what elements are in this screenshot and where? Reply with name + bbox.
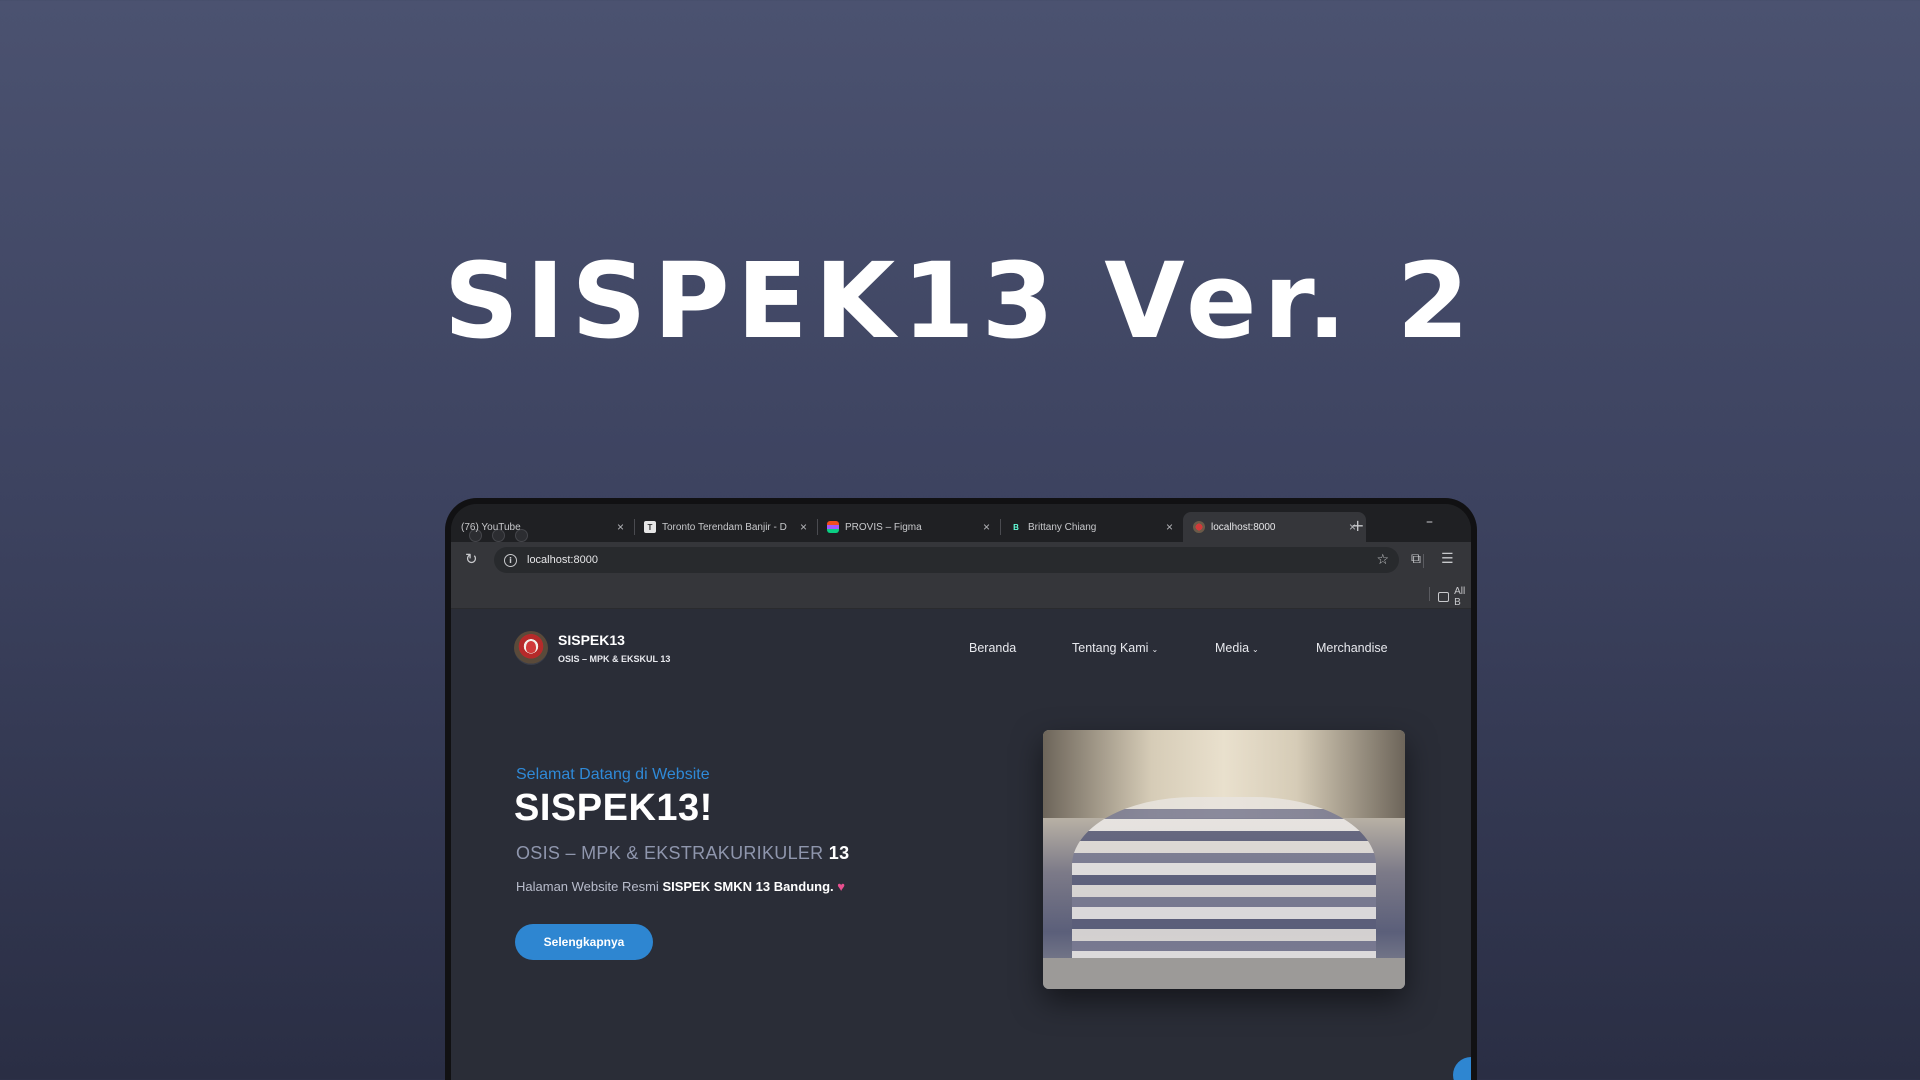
brand-subtitle: OSIS – MPK & EKSKUL 13 [558, 654, 671, 664]
tab-toronto[interactable]: T Toronto Terendam Banjir - D × [634, 512, 817, 542]
tab-figma[interactable]: PROVIS – Figma × [817, 512, 1000, 542]
figma-icon [827, 521, 839, 533]
extensions-icon[interactable]: ⧉ [1411, 551, 1421, 567]
browser-window: (76) YouTube × T Toronto Terendam Banjir… [451, 504, 1471, 1080]
browser-toolbar: ↻ i localhost:8000 ☆ ⧉ ☰ [451, 542, 1471, 578]
address-bar[interactable]: i localhost:8000 ☆ [494, 547, 1399, 573]
hero-title: SISPEK13! [514, 787, 713, 829]
all-bookmarks-label: All B [1454, 586, 1466, 608]
photo-floor [1043, 957, 1405, 989]
tab-brittany[interactable]: B Brittany Chiang × [1000, 512, 1183, 542]
minimize-icon[interactable]: – [1426, 514, 1433, 530]
hero-desc-text: Halaman Website Resmi [516, 879, 659, 894]
nav-label: Media [1215, 641, 1250, 655]
brand-name[interactable]: SISPEK13 [558, 632, 625, 648]
nav-label: Merchandise [1316, 641, 1388, 655]
photo-students [1071, 797, 1377, 969]
hero-subtitle-text: OSIS – MPK & EKSTRAKURIKULER [516, 843, 824, 863]
close-tab-icon[interactable]: × [1166, 520, 1173, 534]
nav-merchandise[interactable]: Merchandise [1316, 641, 1388, 655]
close-tab-icon[interactable]: × [617, 520, 624, 534]
tab-title: localhost:8000 [1211, 521, 1276, 533]
chevron-down-icon: ⌄ [1252, 645, 1259, 654]
reading-list-icon[interactable]: ☰ [1441, 551, 1454, 567]
hero-headline: SISPEK13 Ver. 2 [443, 240, 1477, 362]
reload-icon[interactable]: ↻ [465, 550, 478, 568]
site-info-icon[interactable]: i [504, 553, 517, 567]
address-url[interactable]: localhost:8000 [527, 554, 1366, 566]
website-page: SISPEK13 OSIS – MPK & EKSKUL 13 Beranda … [451, 609, 1471, 1080]
floating-action-button[interactable] [1453, 1057, 1471, 1080]
heart-icon: ♥ [837, 879, 845, 894]
new-tab-icon[interactable]: + [1351, 516, 1364, 535]
nav-media[interactable]: Media ⌄ [1215, 641, 1259, 655]
tab-title: Toronto Terendam Banjir - D [662, 521, 787, 533]
folder-icon [1438, 592, 1450, 602]
close-tab-icon[interactable]: × [800, 520, 807, 534]
nav-label: Beranda [969, 641, 1017, 655]
hero-subtitle-number: 13 [828, 843, 850, 863]
nav-label: Tentang Kami [1072, 641, 1149, 655]
hero-subtitle: OSIS – MPK & EKSTRAKURIKULER 13 [516, 843, 849, 864]
hero-desc-bold: SISPEK SMKN 13 Bandung. [662, 879, 834, 894]
close-tab-icon[interactable]: × [983, 520, 990, 534]
tab-title: Brittany Chiang [1028, 521, 1097, 533]
selengkapnya-button[interactable]: Selengkapnya [515, 924, 653, 960]
tab-title: (76) YouTube [461, 521, 521, 533]
sispek-icon [1193, 521, 1205, 533]
tab-strip: (76) YouTube × T Toronto Terendam Banjir… [451, 504, 1471, 542]
laptop-frame: (76) YouTube × T Toronto Terendam Banjir… [445, 498, 1477, 1080]
hero-description: Halaman Website Resmi SISPEK SMKN 13 Ban… [516, 879, 845, 894]
nav-tentang-kami[interactable]: Tentang Kami ⌄ [1072, 641, 1158, 655]
bookmark-star-icon[interactable]: ☆ [1376, 552, 1389, 568]
tab-title: PROVIS – Figma [845, 521, 922, 533]
group-photo [1043, 730, 1405, 989]
bookmarks-divider [1429, 587, 1430, 601]
b-icon: B [1013, 522, 1019, 532]
tab-localhost[interactable]: localhost:8000 × [1183, 512, 1366, 542]
hero-welcome: Selamat Datang di Website [516, 766, 710, 783]
bookmarks-bar: All B [451, 578, 1471, 609]
page-icon: T [644, 521, 656, 533]
all-bookmarks-button[interactable]: All B [1438, 586, 1471, 608]
sispek-logo[interactable] [514, 631, 548, 665]
tab-youtube[interactable]: (76) YouTube × [451, 512, 634, 542]
toolbar-divider [1423, 554, 1424, 568]
chevron-down-icon: ⌄ [1151, 645, 1159, 654]
nav-beranda[interactable]: Beranda [969, 641, 1016, 655]
